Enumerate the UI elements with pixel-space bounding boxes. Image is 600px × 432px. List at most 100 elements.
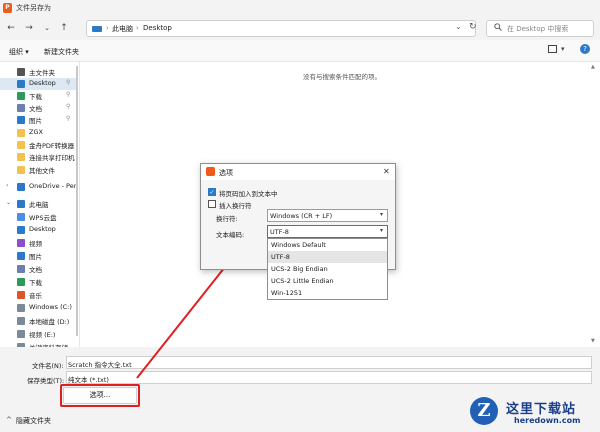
line-break-label: 插入换行符 [219,202,252,210]
title-bar [0,0,600,16]
filename-label: 文件名(N): [32,362,64,370]
sidebar-item-label: ZGX [29,128,43,136]
sidebar-item[interactable]: 图片 ⚲ [0,114,78,126]
sidebar-item-label: Windows (C:) [29,303,72,311]
pictures-icon [17,252,25,260]
music-icon [17,291,25,299]
video-icon [17,239,25,247]
chevron-down-icon[interactable]: ▾ [380,227,383,234]
breadcrumb-this-pc[interactable]: 此电脑 [112,24,133,34]
sidebar-item-label: 金舟PDF转换器 [29,142,75,150]
encoding-option-utf8[interactable]: UTF-8 [268,251,387,263]
cloud-icon [17,213,25,221]
line-ending-label: 换行符: [216,215,238,223]
watermark-url: heredown.com [514,416,581,425]
chevron-up-icon[interactable]: ^ [6,416,12,424]
sidebar-item-label: 下载 [29,279,42,287]
toolbar [0,40,600,62]
sidebar-item[interactable]: 其他文件 [0,164,78,176]
sidebar-item[interactable]: 本地磁盘 (D:) [0,315,78,327]
encoding-option-windows-default[interactable]: Windows Default [268,239,387,251]
refresh-icon[interactable]: ↻ [469,22,477,32]
chevron-icon[interactable]: › [6,182,8,189]
close-icon[interactable]: ✕ [383,167,390,176]
organize-button[interactable]: 组织 ▾ [9,47,29,57]
pin-icon: ⚲ [66,103,71,110]
line-break-checkbox[interactable] [208,200,216,208]
pin-icon: ⚲ [66,115,71,122]
recent-dropdown-button[interactable]: ⌄ [40,21,54,35]
watermark-text: 这里下载站 [506,402,577,417]
sidebar-item[interactable]: 下载 [0,276,78,288]
sidebar-item[interactable]: Desktop [0,224,78,236]
line-ending-value: Windows (CR + LF) [270,212,333,220]
view-icon[interactable] [548,45,557,53]
view-dropdown-icon[interactable]: ▾ [561,45,565,53]
sidebar-item-label: 视频 (E:) [29,331,56,339]
window-title: 文件另存为 [16,4,51,12]
sidebar-item[interactable]: 主文件夹 [0,66,78,78]
sidebar-item[interactable]: › OneDrive - Pers [0,181,78,193]
new-folder-button[interactable]: 新建文件夹 [44,47,79,57]
sidebar-item-label: Desktop [29,225,56,233]
encoding-option-ucs2-le[interactable]: UCS-2 Little Endian [268,275,387,287]
encoding-option-ucs2-be[interactable]: UCS-2 Big Endian [268,263,387,275]
scroll-up-icon[interactable]: ▲ [591,64,595,70]
encoding-option-win1251[interactable]: Win-1251 [268,287,387,299]
folder-icon [17,166,25,174]
sidebar-item-label: 音乐 [29,292,42,300]
hide-folders-toggle[interactable]: 隐藏文件夹 [16,416,51,426]
sidebar-item[interactable]: 音乐 [0,289,78,301]
scroll-down-icon[interactable]: ▼ [591,338,595,344]
folder-icon [17,129,25,137]
desktop-icon [17,80,25,88]
sidebar-item[interactable]: WPS云盘 [0,211,78,223]
sidebar-item[interactable]: 金舟PDF转换器 [0,139,78,151]
pc-icon [17,200,25,208]
sidebar-item[interactable]: 视频 (E:) [0,328,78,340]
forward-button[interactable]: → [22,21,36,35]
up-button[interactable]: ↑ [57,21,71,35]
annotation-highlight-box [60,384,140,407]
chevron-icon[interactable]: ⌄ [6,199,11,206]
watermark-logo: Z [470,397,498,425]
sidebar-scrollbar[interactable] [76,66,78,336]
sidebar-item-label: 视频 [29,240,42,248]
sidebar-item[interactable]: 文档 ⚲ [0,102,78,114]
sidebar-item[interactable]: 连接共享打印机 [0,151,78,163]
sidebar-item-label: WPS云盘 [29,214,57,222]
sidebar-item[interactable]: Desktop ⚲ [0,78,78,90]
sidebar-item-label: 图片 [29,253,42,261]
save-type-label: 保存类型(T): [27,377,65,385]
sidebar-item[interactable]: ZGX [0,127,78,139]
sidebar-item[interactable]: 下载 ⚲ [0,90,78,102]
search-placeholder: 在 Desktop 中搜索 [507,25,569,33]
breadcrumb-desktop[interactable]: Desktop [143,24,172,32]
sidebar-item-label: OneDrive - Pers [29,182,77,190]
page-number-label: 将页码加入到文本中 [219,190,278,198]
document-icon [17,104,25,112]
folder-icon [17,153,25,161]
desktop-icon [17,226,25,234]
sidebar-item[interactable]: 图片 [0,250,78,262]
sidebar-item[interactable]: Windows (C:) [0,302,78,314]
drive-icon [17,330,25,338]
sidebar-item[interactable]: 文档 [0,263,78,275]
sidebar-item[interactable]: 视频 [0,237,78,249]
pc-icon [92,26,102,32]
sidebar-item-label: 文档 [29,266,42,274]
dialog-app-icon [206,167,215,176]
back-button[interactable]: ← [4,21,18,35]
chevron-down-icon[interactable]: ▾ [380,211,383,218]
page-number-checkbox[interactable]: ✓ [208,188,216,196]
filename-input[interactable] [66,356,592,369]
address-dropdown-icon[interactable]: ⌄ [455,22,462,31]
pin-icon: ⚲ [66,91,71,98]
sidebar-item[interactable]: ⌄ 此电脑 [0,198,78,210]
sidebar-item-label: 主文件夹 [29,69,55,77]
empty-folder-message: 没有与搜索条件匹配的项。 [303,73,381,81]
encoding-value: UTF-8 [270,228,289,236]
save-type-select[interactable] [66,371,592,384]
encoding-label: 文本编码: [216,231,245,239]
help-icon[interactable]: ? [580,44,590,54]
